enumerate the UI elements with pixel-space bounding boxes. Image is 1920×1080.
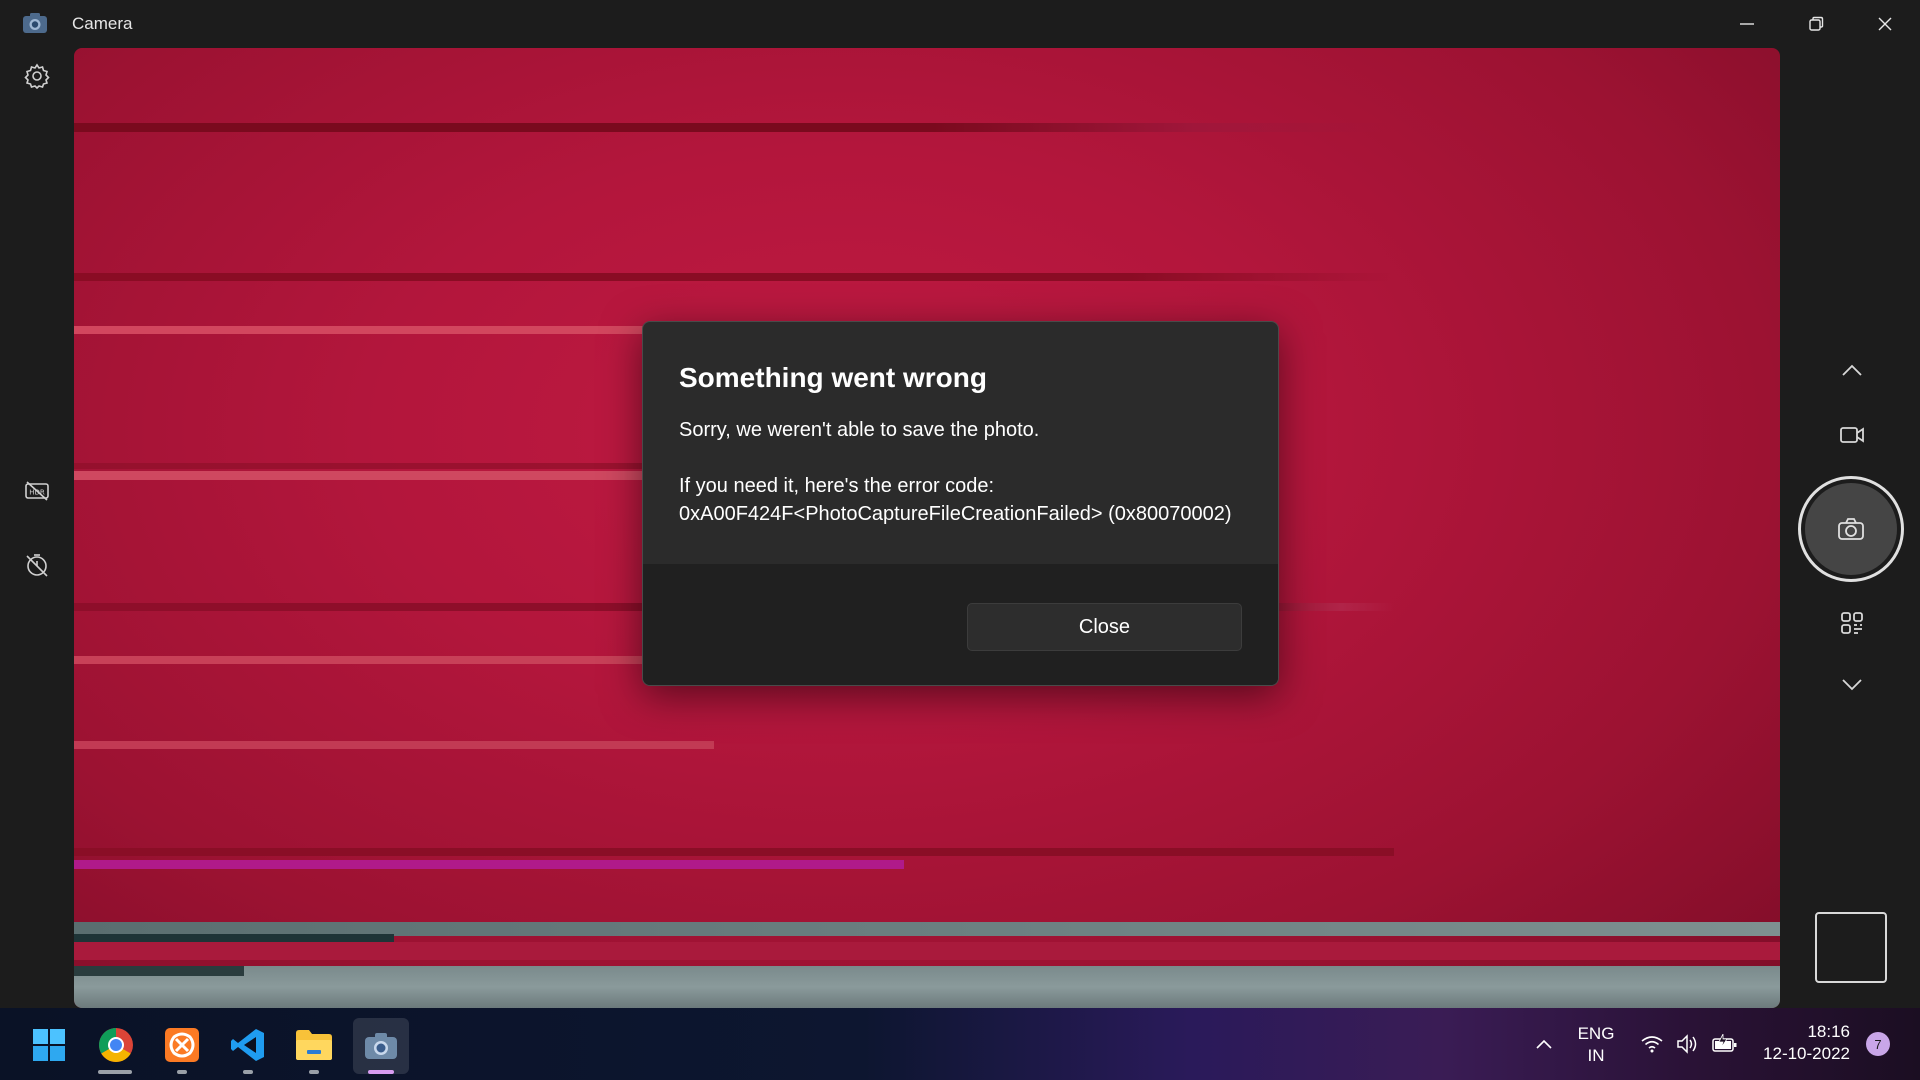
windows-logo-icon — [33, 1029, 65, 1061]
video-camera-icon — [1840, 427, 1864, 443]
language-code: ENG — [1577, 1024, 1615, 1043]
camera-app-icon — [23, 13, 47, 33]
wifi-icon[interactable] — [1640, 1034, 1664, 1054]
clock-date: 12-10-2022 — [1763, 1044, 1850, 1063]
clock[interactable]: 18:16 12-10-2022 — [1752, 1021, 1862, 1065]
folder-icon — [296, 1030, 332, 1060]
dialog-message: Sorry, we weren't able to save the photo… — [679, 419, 1040, 441]
restore-button[interactable] — [1781, 0, 1850, 48]
running-indicator — [309, 1070, 319, 1074]
taskbar-chrome[interactable] — [94, 1023, 138, 1067]
taskbar-xampp[interactable] — [160, 1023, 204, 1067]
clock-time: 18:16 — [1807, 1022, 1850, 1041]
shutter-button[interactable] — [1798, 476, 1904, 582]
battery-charging-icon[interactable] — [1712, 1034, 1738, 1054]
hdr-toggle-button[interactable]: HDR — [18, 472, 56, 510]
timer-off-icon — [26, 554, 48, 577]
camera-app-icon — [365, 1033, 397, 1059]
running-indicator — [177, 1070, 187, 1074]
glitch-stripe — [74, 741, 714, 749]
running-indicator — [98, 1070, 132, 1074]
glitch-stripe — [74, 942, 1780, 960]
show-hidden-icons-icon[interactable] — [1535, 1038, 1553, 1050]
region-code: IN — [1587, 1046, 1605, 1065]
taskbar-vscode[interactable] — [226, 1023, 270, 1067]
qr-code-icon — [1841, 612, 1863, 634]
start-button[interactable] — [27, 1023, 71, 1067]
error-code: 0xA00F424F<PhotoCaptureFileCreationFaile… — [679, 503, 1232, 525]
close-icon — [1878, 17, 1891, 31]
restore-icon — [1808, 16, 1823, 31]
taskbar-camera[interactable] — [353, 1018, 409, 1074]
error-code-intro: If you need it, here's the error code: — [679, 475, 995, 497]
settings-button[interactable] — [18, 57, 56, 95]
glitch-stripe — [74, 471, 714, 480]
last-capture-thumbnail[interactable] — [1815, 912, 1887, 983]
hdr-off-icon: HDR — [25, 481, 49, 501]
close-button[interactable]: Close — [967, 603, 1242, 651]
camera-icon — [1838, 518, 1864, 540]
taskbar-file-explorer[interactable] — [292, 1023, 336, 1067]
error-dialog: Something went wrong Sorry, we weren't a… — [642, 321, 1279, 686]
language-indicator[interactable]: ENG IN — [1576, 1023, 1616, 1067]
active-indicator — [368, 1070, 394, 1074]
glitch-stripe — [74, 966, 1780, 1008]
title-bar: Camera — [0, 0, 1920, 48]
minimize-button[interactable] — [1712, 0, 1781, 48]
scroll-up-button[interactable] — [1830, 348, 1874, 392]
dialog-footer: Close — [643, 564, 1278, 685]
volume-icon[interactable] — [1676, 1034, 1702, 1054]
glitch-stripe — [74, 123, 1394, 132]
shutter-inner — [1805, 483, 1897, 575]
minimize-icon — [1739, 23, 1754, 25]
chevron-down-icon — [1842, 679, 1862, 691]
scroll-down-button[interactable] — [1830, 663, 1874, 707]
chevron-up-icon — [1842, 364, 1862, 376]
dialog-body: Something went wrong Sorry, we weren't a… — [643, 322, 1278, 564]
close-window-button[interactable] — [1850, 0, 1919, 48]
glitch-stripe — [74, 273, 1394, 281]
glitch-stripe — [74, 934, 394, 942]
glitch-stripe — [74, 860, 904, 869]
qr-scan-button[interactable] — [1830, 601, 1874, 645]
notification-badge[interactable]: 7 — [1866, 1032, 1890, 1056]
chrome-icon — [99, 1028, 133, 1062]
vscode-icon — [231, 1029, 264, 1061]
glitch-stripe — [74, 656, 714, 664]
glitch-stripe — [74, 966, 244, 976]
gear-icon — [24, 63, 50, 89]
window-title: Camera — [72, 14, 133, 33]
video-mode-button[interactable] — [1830, 413, 1874, 457]
taskbar: ENG IN 18:16 12-10-2022 — [0, 1008, 1920, 1080]
glitch-stripe — [74, 326, 714, 334]
timer-toggle-button[interactable] — [18, 546, 56, 584]
dialog-title: Something went wrong — [679, 362, 987, 393]
running-indicator — [243, 1070, 253, 1074]
xampp-icon — [165, 1028, 199, 1062]
glitch-stripe — [74, 848, 1394, 856]
glitch-stripe — [74, 463, 714, 469]
